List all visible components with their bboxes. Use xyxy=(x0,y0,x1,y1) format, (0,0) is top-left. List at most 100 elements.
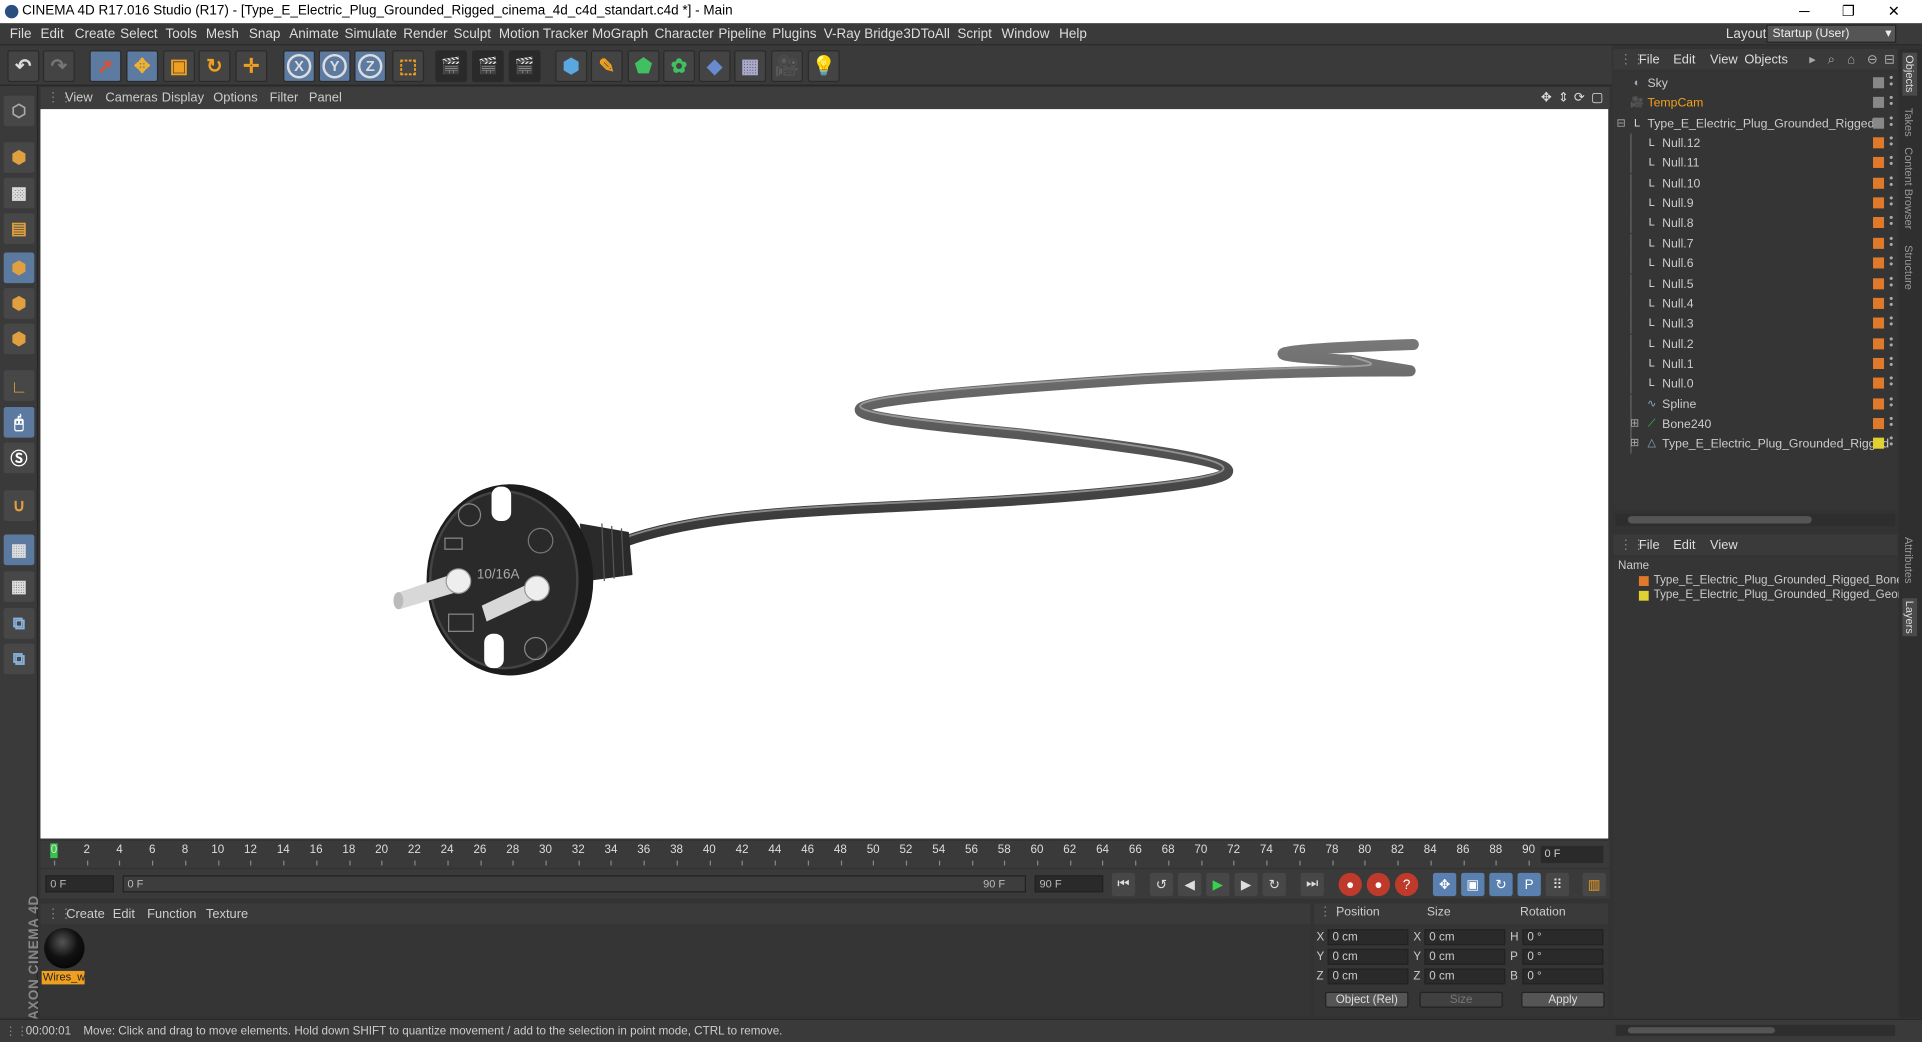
record-keys-icon[interactable]: ● xyxy=(1338,872,1362,897)
layer-tag-swatch[interactable] xyxy=(1873,177,1885,189)
expand-icon[interactable]: ⊞ xyxy=(1628,437,1641,450)
y-axis-lock-button[interactable]: Y xyxy=(318,50,351,83)
search-icon[interactable]: ⌕ xyxy=(1828,53,1835,69)
tab-takes[interactable]: Takes xyxy=(1902,108,1914,137)
object-row[interactable]: L Null.1 ● ● xyxy=(1613,354,1897,374)
move-tool-icon[interactable]: ✥ xyxy=(126,50,159,83)
expand-icon[interactable]: ⊟ xyxy=(1884,53,1895,68)
previous-key-icon[interactable]: ↺ xyxy=(1149,872,1174,897)
object-row[interactable]: L Null.6 ● ● xyxy=(1613,253,1897,274)
layer-tag-swatch[interactable] xyxy=(1873,157,1885,169)
layer-menu-edit[interactable]: Edit xyxy=(1673,538,1695,553)
menu-plugins[interactable]: Plugins xyxy=(772,27,816,42)
points-mode-icon[interactable]: ⬢ xyxy=(3,252,35,284)
edges-mode-icon[interactable]: ⬢ xyxy=(3,288,35,319)
object-row[interactable]: L Null.10 ● ● xyxy=(1613,173,1897,194)
visibility-dots-icon[interactable]: ● ● xyxy=(1889,75,1894,89)
menu-file[interactable]: File xyxy=(10,27,32,42)
layer-tag-swatch[interactable] xyxy=(1873,197,1885,209)
object-menu-objects[interactable]: Objects xyxy=(1744,53,1788,68)
rot-b-field[interactable]: 0 ° xyxy=(1522,968,1604,985)
cube-primitive-icon[interactable]: ⬢ xyxy=(555,50,588,83)
object-row[interactable]: ⊞ ⟋ Bone240 ● ● xyxy=(1613,414,1897,434)
redo-icon[interactable]: ↷ xyxy=(42,50,75,83)
next-key-icon[interactable]: ↻ xyxy=(1262,872,1286,897)
frame-range-slider[interactable]: 0 F 90 F xyxy=(122,875,1026,893)
visibility-dots-icon[interactable]: ● ● xyxy=(1889,315,1894,330)
coordinate-mode-select[interactable]: Object (Rel) xyxy=(1325,991,1409,1008)
deformer-icon[interactable]: ◆ xyxy=(698,50,731,83)
visibility-dots-icon[interactable]: ● ● xyxy=(1889,175,1894,189)
menu-select[interactable]: Select xyxy=(120,27,157,42)
layer-tag-swatch[interactable] xyxy=(1873,277,1885,289)
more-arrow-icon[interactable]: ▸ xyxy=(1809,53,1815,68)
menu-snap[interactable]: Snap xyxy=(249,27,281,42)
close-button[interactable]: ✕ xyxy=(1882,2,1907,19)
visibility-dots-icon[interactable]: ● ● xyxy=(1889,436,1894,450)
polygons-mode-icon[interactable]: ⬢ xyxy=(3,323,35,355)
object-row[interactable]: L Null.0 ● ● xyxy=(1613,374,1897,394)
play-icon[interactable]: ▶ xyxy=(1206,872,1230,897)
render-picture-viewer-icon[interactable]: 🎬 xyxy=(471,50,504,83)
step-forward-icon[interactable]: ▶ xyxy=(1234,872,1258,897)
menu-edit[interactable]: Edit xyxy=(40,27,63,42)
restore-button[interactable]: ❐ xyxy=(1836,2,1861,19)
apply-button[interactable]: Apply xyxy=(1521,991,1605,1008)
visibility-dots-icon[interactable]: ● ● xyxy=(1889,275,1894,289)
parameter-key-icon[interactable]: P xyxy=(1517,872,1541,897)
layer-tag-swatch[interactable] xyxy=(1873,297,1885,309)
object-row[interactable]: L Null.9 ● ● xyxy=(1613,193,1897,214)
layer-tag-swatch[interactable] xyxy=(1873,417,1885,429)
viewport-maximize-icon[interactable]: ▢ xyxy=(1591,91,1603,106)
object-menu-edit[interactable]: Edit xyxy=(1673,53,1695,68)
rotate-tool-icon[interactable]: ↻ xyxy=(198,50,231,83)
lock-workplane-icon[interactable]: ▦ xyxy=(3,534,35,566)
step-back-icon[interactable]: ◀ xyxy=(1177,872,1202,897)
undo-icon[interactable]: ↶ xyxy=(7,50,40,83)
magnet-icon[interactable]: ∪ xyxy=(3,490,35,522)
snapping-icon[interactable]: Ⓢ xyxy=(3,442,35,474)
tweak-mode-icon[interactable]: 🖰 xyxy=(3,406,35,438)
planar-workplane-icon[interactable]: ▦ xyxy=(3,571,35,602)
visibility-dots-icon[interactable]: ● ● xyxy=(1889,155,1894,169)
visibility-dots-icon[interactable]: ● ● xyxy=(1889,335,1894,350)
light-icon[interactable]: 💡 xyxy=(807,50,840,83)
menu-create[interactable]: Create xyxy=(75,27,115,42)
layer-tag-swatch[interactable] xyxy=(1873,237,1885,249)
python-script-icon[interactable]: ⧉ xyxy=(3,608,35,639)
3d-viewport[interactable]: 10/16A xyxy=(40,109,1609,839)
object-row[interactable]: ∿ Spline ● ● xyxy=(1613,394,1897,414)
object-row[interactable]: L Null.8 ● ● xyxy=(1613,213,1897,234)
layer-tag-swatch[interactable] xyxy=(1873,317,1885,329)
cloner-icon[interactable]: ✿ xyxy=(663,50,696,83)
layer-tag-swatch[interactable] xyxy=(1873,217,1885,229)
coordinate-system-icon[interactable]: ⬚ xyxy=(392,50,425,83)
layer-menu-view[interactable]: View xyxy=(1710,538,1738,553)
layer-row[interactable]: Type_E_Electric_Plug_Grounded_Rigged_Bon… xyxy=(1613,574,1909,590)
menu-script[interactable]: Script xyxy=(957,27,991,42)
new-window-icon[interactable]: ⊖ xyxy=(1867,53,1878,68)
autokey-icon[interactable]: ● xyxy=(1366,872,1391,897)
tab-structure[interactable]: Structure xyxy=(1902,245,1914,290)
layer-tag-swatch[interactable] xyxy=(1873,397,1885,409)
object-row[interactable]: L Null.7 ● ● xyxy=(1613,233,1897,254)
layer-tag-swatch[interactable] xyxy=(1873,438,1885,450)
menu-pipeline[interactable]: Pipeline xyxy=(718,27,766,42)
viewport-menu-panel[interactable]: Panel xyxy=(309,91,342,106)
visibility-dots-icon[interactable]: ● ● xyxy=(1889,215,1894,229)
object-row[interactable]: L Null.12 ● ● xyxy=(1613,133,1897,154)
menu-mograph[interactable]: MoGraph xyxy=(592,27,648,42)
layer-tag-swatch[interactable] xyxy=(1873,77,1885,89)
material-name[interactable]: Wires_w xyxy=(41,970,85,985)
texture-mode-icon[interactable]: ▩ xyxy=(3,177,35,209)
viewport-menu-cameras[interactable]: Cameras xyxy=(105,91,157,106)
menu-render[interactable]: Render xyxy=(403,27,447,42)
viewport-zoom-icon[interactable]: ⇕ xyxy=(1558,91,1569,106)
expand-icon[interactable]: ⊞ xyxy=(1628,417,1641,430)
x-axis-lock-button[interactable]: X xyxy=(283,50,316,83)
size-y-field[interactable]: 0 cm xyxy=(1424,948,1506,965)
python-script-icon-2[interactable]: ⧉ xyxy=(3,643,35,675)
point-level-key-icon[interactable]: ⠿ xyxy=(1545,872,1570,897)
layer-menu-file[interactable]: File xyxy=(1639,538,1660,553)
visibility-dots-icon[interactable]: ● ● xyxy=(1889,135,1894,149)
